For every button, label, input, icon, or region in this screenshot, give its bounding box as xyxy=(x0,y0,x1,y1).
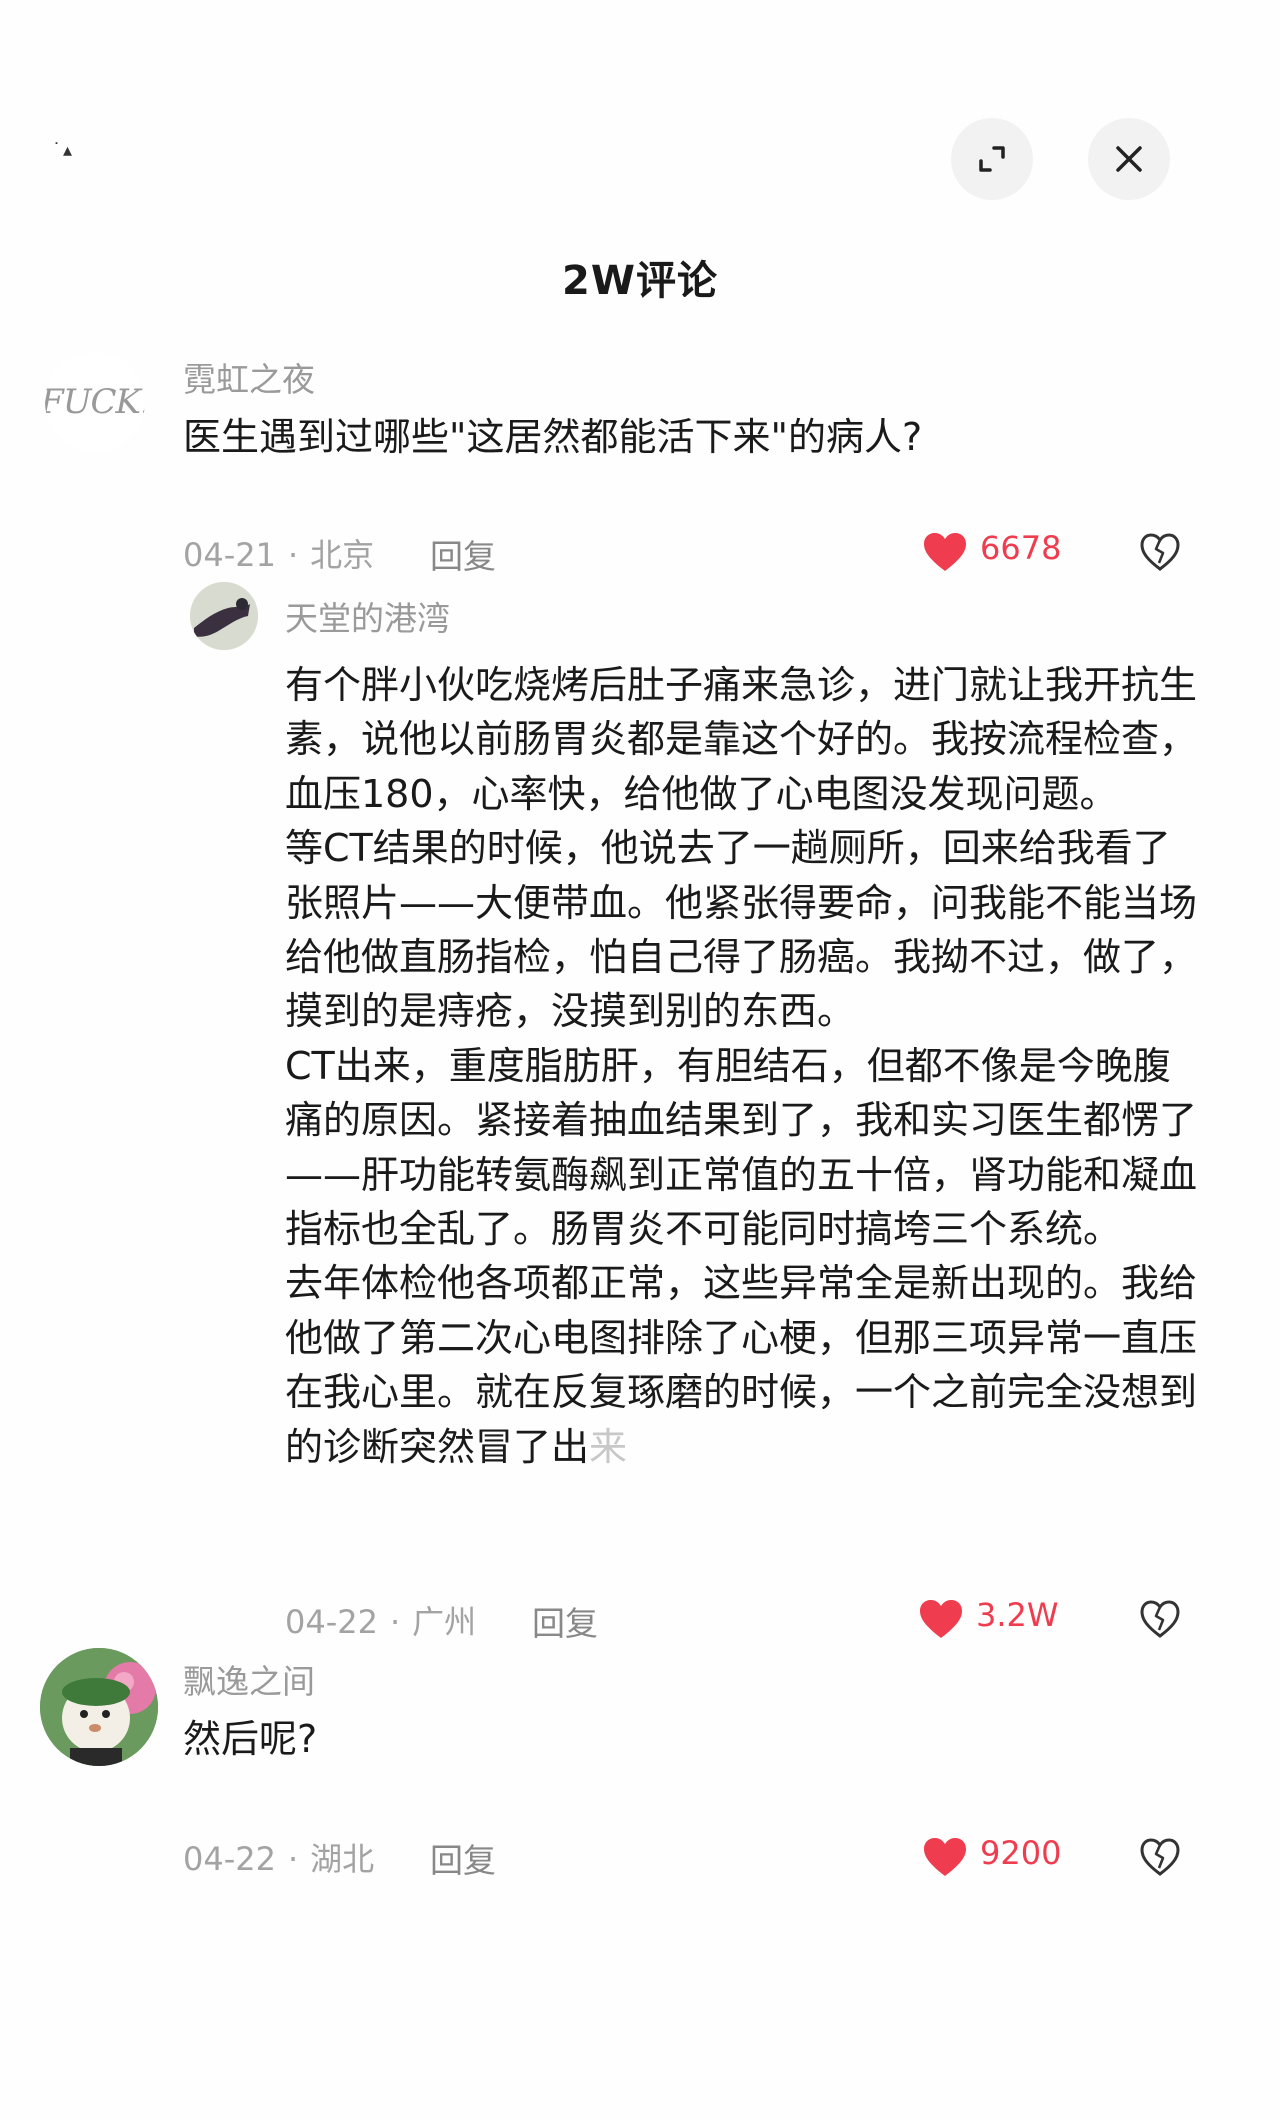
avatar[interactable] xyxy=(190,582,258,650)
expand-button[interactable] xyxy=(951,118,1033,200)
avatar-image-icon xyxy=(40,1648,158,1766)
expand-icon xyxy=(979,146,1005,172)
comment-paragraph: 有个胖小伙吃烧烤后肚子痛来急诊，进门就让我开抗生素，说他以前肠胃炎都是靠这个好的… xyxy=(285,663,1198,816)
comment-paragraph: CT出来，重度脂肪肝，有胆结石，但都不像是今晚腹痛的原因。紧接着抽血结果到了，我… xyxy=(285,1043,1198,1252)
comment-date: 04-22 xyxy=(285,1603,378,1641)
comment-text: 医生遇到过哪些"这居然都能活下来"的病人? xyxy=(183,415,923,459)
comment-location: 北京 xyxy=(310,536,375,574)
comment-text: 然后呢? xyxy=(183,1717,318,1761)
reply-button[interactable]: 回复 xyxy=(430,530,496,578)
comment-meta: 04-22 · 湖北 xyxy=(183,1840,375,1878)
comment-location: 湖北 xyxy=(310,1840,375,1878)
avatar[interactable] xyxy=(40,1648,158,1766)
broken-heart-icon[interactable] xyxy=(1139,1837,1181,1877)
comment-meta: 04-22 · 广州 xyxy=(285,1603,477,1641)
comment-paragraph-main: 去年体检他各项都正常，这些异常全是新出现的。我给他做了第二次心电图排除了心梗，但… xyxy=(285,1261,1198,1469)
like-count: 6678 xyxy=(980,529,1062,567)
avatar[interactable]: FUCK. xyxy=(45,352,145,452)
like-count: 9200 xyxy=(980,1834,1062,1872)
comment-username[interactable]: 飘逸之间 xyxy=(183,1655,315,1703)
comment-meta: 04-21 · 北京 xyxy=(183,536,375,574)
comment-username[interactable]: 天堂的港湾 xyxy=(285,592,450,640)
comment-text: 有个胖小伙吃烧烤后肚子痛来急诊，进门就让我开抗生素，说他以前肠胃炎都是靠这个好的… xyxy=(285,658,1200,1474)
status-mark: ˙▴ xyxy=(52,140,75,161)
comment-date: 04-21 xyxy=(183,536,276,574)
close-button[interactable] xyxy=(1088,118,1170,200)
heart-icon[interactable] xyxy=(922,1836,968,1878)
comment-date: 04-22 xyxy=(183,1840,276,1878)
avatar-text: FUCK. xyxy=(45,382,145,422)
top-bar: ˙▴ xyxy=(0,0,1280,220)
close-icon xyxy=(1116,146,1142,172)
reply-button[interactable]: 回复 xyxy=(430,1834,496,1882)
comment-paragraph: 等CT结果的时候，他说去了一趟厕所，回来给我看了张照片——大便带血。他紧张得要命… xyxy=(285,826,1198,1034)
comment-paragraph-faded: 来 xyxy=(589,1424,628,1469)
avatar-image-icon xyxy=(190,582,258,650)
reply-button[interactable]: 回复 xyxy=(532,1597,598,1645)
comment-location: 广州 xyxy=(412,1603,477,1641)
comments-title: 2W评论 xyxy=(562,258,718,304)
broken-heart-icon[interactable] xyxy=(1139,1599,1181,1639)
like-count: 3.2W xyxy=(976,1596,1059,1634)
heart-icon[interactable] xyxy=(922,531,968,573)
comment-paragraph: 去年体检他各项都正常，这些异常全是新出现的。我给他做了第二次心电图排除了心梗，但… xyxy=(285,1256,1200,1474)
heart-icon[interactable] xyxy=(918,1598,964,1640)
broken-heart-icon[interactable] xyxy=(1139,532,1181,572)
comment-username[interactable]: 霓虹之夜 xyxy=(183,353,315,401)
